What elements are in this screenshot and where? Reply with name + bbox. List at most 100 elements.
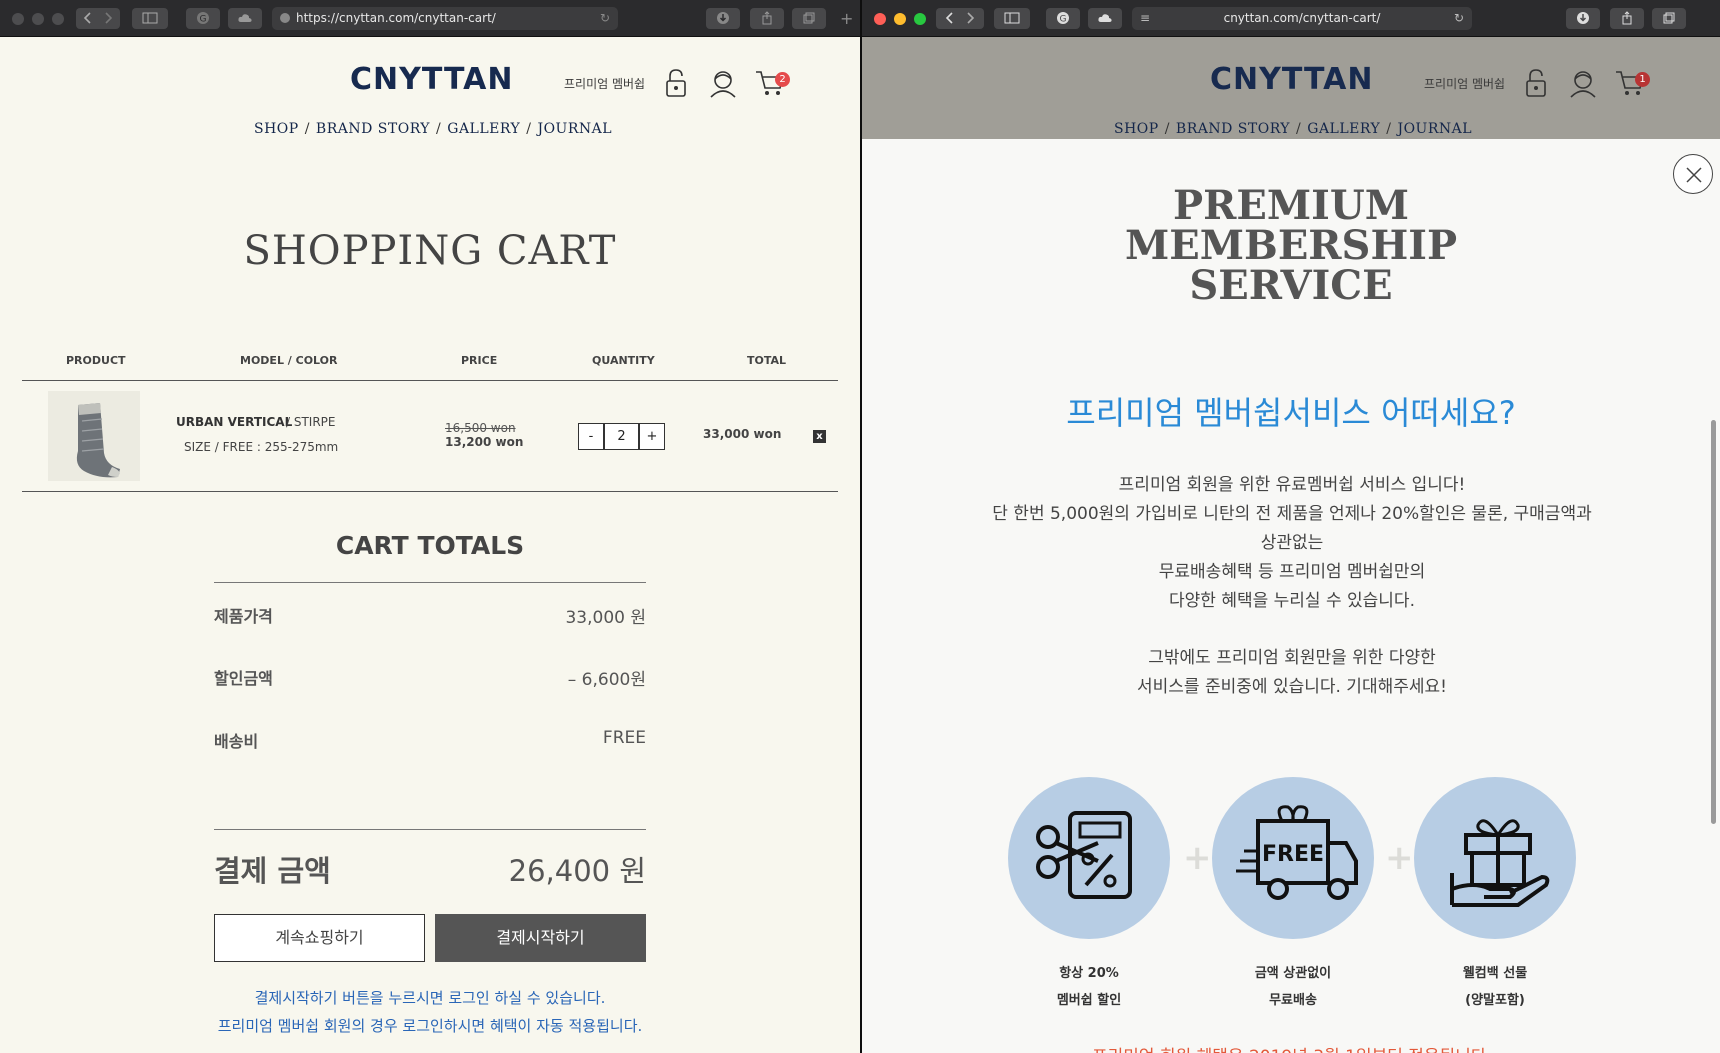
tabs-icon: [1663, 12, 1675, 24]
product-color: / STIRPE: [286, 415, 336, 429]
minimize-window-button[interactable]: [894, 13, 906, 25]
checkout-button[interactable]: 결제시작하기: [435, 914, 646, 962]
modal-description: 프리미엄 회원을 위한 유료멤버쉽 서비스 입니다! 단 한번 5,000원의 …: [972, 471, 1612, 616]
description-line: 서비스를 준비중에 있습니다. 기대해주세요!: [1137, 677, 1447, 697]
product-size: SIZE / FREE : 255-275mm: [184, 440, 339, 454]
browser-window-right: G ≡ cnyttan.com/cnyttan-cart/ ↻ CNYTTAN: [862, 0, 1720, 1053]
back-forward-chevrons-icon: [83, 12, 113, 24]
cart-count-badge: 1: [1635, 72, 1650, 87]
download-icon: [717, 12, 729, 24]
svg-text:G: G: [1060, 15, 1067, 25]
grammarly-extension-button[interactable]: G: [1046, 8, 1080, 29]
nav-journal[interactable]: JOURNAL: [1397, 121, 1472, 137]
plus-separator: +: [1183, 838, 1212, 878]
nav-gallery[interactable]: GALLERY: [1307, 121, 1380, 137]
description-line: 다양한 혜택을 누리실 수 있습니다.: [1169, 591, 1415, 611]
benefit-label-line: 무료배송: [1269, 993, 1317, 1008]
svg-text:G: G: [200, 15, 207, 25]
remove-item-button[interactable]: x: [813, 430, 826, 443]
modal-footnote-cutoff: 프리미엄 회원 혜택은 2019년 3월 1일부터 적용됩니다: [1092, 1042, 1492, 1053]
nav-shop[interactable]: SHOP: [1114, 121, 1159, 137]
tab-overview-button[interactable]: [1652, 8, 1686, 29]
cloud-extension-button[interactable]: [1088, 8, 1122, 29]
shipping-label: 배송비: [214, 732, 259, 751]
quantity-input[interactable]: 2: [604, 423, 639, 450]
nav-separator: /: [304, 121, 310, 137]
grammarly-icon: G: [197, 12, 209, 25]
account-icon[interactable]: [1568, 67, 1598, 103]
benefit-label-line: 멤버쉽 할인: [1056, 993, 1122, 1008]
site-logo[interactable]: CNYTTAN: [1210, 62, 1373, 97]
modal-scrollbar[interactable]: [1711, 420, 1716, 824]
nav-shop[interactable]: SHOP: [254, 121, 299, 137]
zoom-window-button[interactable]: [52, 13, 64, 25]
url-text: https://cnyttan.com/cnyttan-cart/: [296, 11, 496, 25]
quantity-decrease-button[interactable]: -: [578, 423, 604, 450]
new-tab-button[interactable]: +: [840, 11, 853, 27]
table-bottom-divider: [22, 491, 838, 492]
account-icon[interactable]: [708, 67, 738, 103]
benefit-label-line: 금액 상관없이: [1254, 966, 1332, 981]
back-forward-buttons[interactable]: [76, 8, 120, 29]
browser-toolbar: G https://cnyttan.com/cnyttan-cart/ ↻ +: [0, 0, 860, 37]
description-line: 그밖에도 프리미엄 회원만을 위한 다양한: [1148, 648, 1436, 668]
shipping-value: FREE: [602, 728, 646, 748]
zoom-window-button[interactable]: [914, 13, 926, 25]
nav-brand-story[interactable]: BRAND STORY: [316, 121, 430, 137]
nav-separator: /: [1386, 121, 1392, 137]
lock-icon[interactable]: [662, 67, 690, 103]
share-icon: [1622, 11, 1632, 25]
nav-brand-story[interactable]: BRAND STORY: [1176, 121, 1290, 137]
header-quantity: QUANTITY: [592, 354, 655, 367]
site-logo[interactable]: CNYTTAN: [350, 62, 513, 97]
sidebar-toggle-button[interactable]: [132, 8, 168, 29]
back-forward-buttons[interactable]: [936, 8, 984, 29]
nav-gallery[interactable]: GALLERY: [447, 121, 520, 137]
benefit-discount: [1008, 777, 1170, 939]
share-button[interactable]: [750, 8, 784, 29]
nav-journal[interactable]: JOURNAL: [537, 121, 612, 137]
browser-toolbar: G ≡ cnyttan.com/cnyttan-cart/ ↻: [862, 0, 1720, 37]
back-forward-chevrons-icon: [945, 12, 975, 24]
premium-membership-link[interactable]: 프리미엄 멤버쉽: [1424, 75, 1505, 92]
membership-notice: 프리미엄 멤버쉽 회원의 경우 로그인하시면 혜택이 자동 적용됩니다.: [217, 1017, 643, 1035]
close-window-button[interactable]: [12, 13, 24, 25]
page-title: SHOPPING CART: [243, 228, 617, 274]
grammarly-extension-button[interactable]: G: [186, 8, 220, 29]
description-line: 단 한번 5,000원의 가입비로 니탄의 전 제품을 언제나 20%할인은 물…: [992, 504, 1592, 524]
sock-image: [76, 403, 120, 478]
table-header-divider: [22, 380, 838, 381]
main-nav: SHOP / BRAND STORY / GALLERY / JOURNAL: [254, 121, 612, 137]
modal-title: PREMIUM MEMBERSHIP SERVICE: [862, 186, 1720, 306]
premium-membership-link[interactable]: 프리미엄 멤버쉽: [564, 75, 645, 92]
description-line: 프리미엄 회원을 위한 유료멤버쉽 서비스 입니다!: [1118, 475, 1466, 495]
address-bar[interactable]: ≡ cnyttan.com/cnyttan-cart/ ↻: [1132, 7, 1472, 30]
desktop: G https://cnyttan.com/cnyttan-cart/ ↻ + …: [0, 0, 1720, 1053]
minimize-window-button[interactable]: [32, 13, 44, 25]
header-product: PRODUCT: [66, 354, 126, 367]
address-bar[interactable]: https://cnyttan.com/cnyttan-cart/ ↻: [272, 7, 618, 30]
sidebar-toggle-button[interactable]: [994, 8, 1030, 29]
continue-shopping-button[interactable]: 계속쇼핑하기: [214, 914, 425, 962]
reload-icon[interactable]: ↻: [600, 7, 610, 30]
modal-description-extra: 그밖에도 프리미엄 회원만을 위한 다양한 서비스를 준비중에 있습니다. 기대…: [972, 644, 1612, 702]
free-delivery-truck-icon: FREE: [1236, 805, 1358, 900]
cloud-extension-button[interactable]: [228, 8, 262, 29]
quantity-increase-button[interactable]: +: [639, 423, 665, 450]
discount-value: – 6,600원: [567, 670, 646, 690]
reader-icon[interactable]: ≡: [1140, 7, 1150, 30]
line-total: 33,000 won: [703, 427, 782, 441]
free-delivery-text: FREE: [1262, 842, 1324, 867]
original-price: 16,500 won: [445, 421, 516, 435]
cloud-icon: [1098, 14, 1112, 22]
downloads-button[interactable]: [706, 8, 740, 29]
tab-overview-button[interactable]: [792, 8, 826, 29]
product-image[interactable]: [48, 391, 140, 481]
reload-icon[interactable]: ↻: [1454, 7, 1464, 30]
share-button[interactable]: [1610, 8, 1644, 29]
downloads-button[interactable]: [1566, 8, 1600, 29]
close-window-button[interactable]: [874, 13, 886, 25]
product-name[interactable]: URBAN VERTICAL: [176, 415, 292, 429]
lock-icon[interactable]: [1522, 67, 1550, 103]
header-total: TOTAL: [747, 354, 787, 367]
